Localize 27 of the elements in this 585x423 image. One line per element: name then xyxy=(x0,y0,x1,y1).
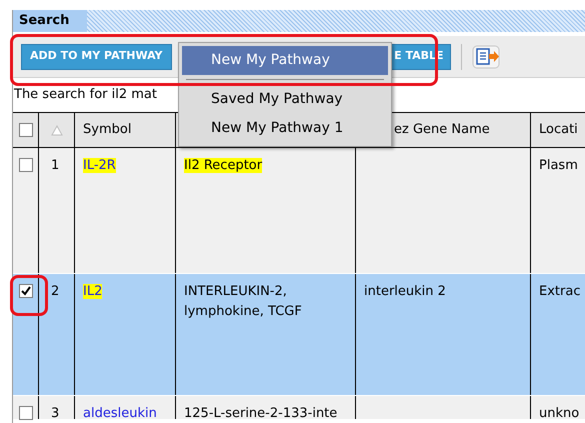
location-text: Extrac xyxy=(539,284,580,299)
panel-title: Search xyxy=(13,10,87,32)
gene-name-text: interleukin 2 xyxy=(364,284,446,299)
checkbox[interactable] xyxy=(18,284,32,298)
checkbox[interactable] xyxy=(18,123,32,137)
export-icon[interactable] xyxy=(472,44,502,70)
location-text: Plasm xyxy=(539,158,578,173)
location-text: unkno xyxy=(539,406,580,421)
table-row[interactable]: 3 aldesleukin 125-L-serine-2-133-inte unkno xyxy=(13,396,585,420)
symbol-link[interactable]: IL2 xyxy=(83,284,102,299)
synonyms-text: 125-L-serine-2-133-inte xyxy=(184,406,338,421)
row-number: 1 xyxy=(51,158,60,173)
menu-item[interactable]: New My Pathway xyxy=(182,46,388,75)
column-header[interactable]: Symbol xyxy=(83,120,132,140)
row-number: 3 xyxy=(51,406,60,421)
search-summary: The search for il2 mat xyxy=(14,86,157,104)
checkbox[interactable] xyxy=(18,406,32,420)
menu-item[interactable]: Saved My Pathway xyxy=(182,85,388,114)
checkbox[interactable] xyxy=(18,158,32,172)
synonyms-text: INTERLEUKIN-2, lymphokine, TCGF xyxy=(184,284,302,318)
column-header[interactable]: ez Gene Name xyxy=(394,120,490,140)
table-row[interactable]: 2 IL2 INTERLEUKIN-2, lymphokine, TCGF interleukin 2 Extrac xyxy=(13,274,585,396)
column-header[interactable]: Locati xyxy=(539,120,578,140)
symbol-link[interactable]: aldesleukin xyxy=(83,406,157,421)
symbol-link[interactable]: IL-2R xyxy=(83,158,116,173)
row-number: 2 xyxy=(51,284,60,299)
menu-item[interactable]: New My Pathway 1 xyxy=(182,114,388,143)
